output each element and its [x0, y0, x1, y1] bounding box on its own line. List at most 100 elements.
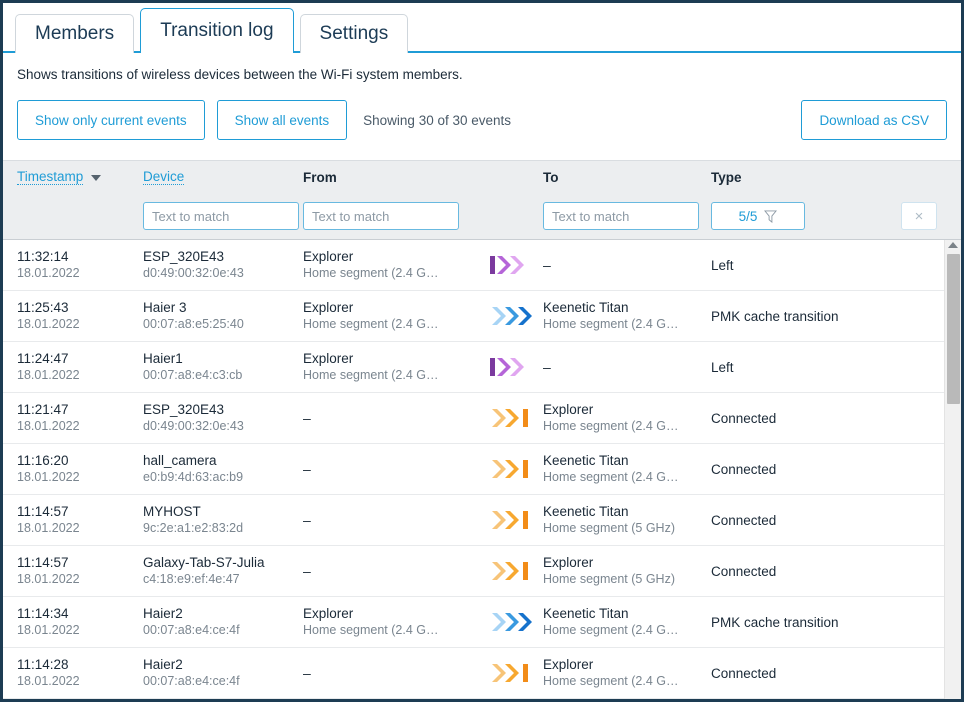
cell-device: ESP_320E43d0:49:00:32:0e:43 [143, 248, 303, 282]
from-text: – [303, 410, 481, 426]
to-secondary: Home segment (2.4 G… [543, 316, 711, 333]
from-secondary: Home segment (2.4 G… [303, 316, 481, 333]
device-name: Haier2 [143, 605, 303, 622]
cell-to-primary: Keenetic Titan [543, 503, 711, 520]
device-mac: 00:07:a8:e4:c3:cb [143, 367, 303, 384]
column-header-device[interactable]: Device [143, 169, 303, 185]
device-name: Haier2 [143, 656, 303, 673]
cell-to: Keenetic TitanHome segment (2.4 G… [543, 299, 711, 333]
table-row[interactable]: 11:21:4718.01.2022ESP_320E43d0:49:00:32:… [3, 393, 961, 444]
cell-to-primary: Keenetic Titan [543, 299, 711, 316]
to-filter-input[interactable] [543, 202, 699, 230]
cell-type: Connected [711, 666, 901, 681]
cell-timestamp: 11:16:2018.01.2022 [17, 452, 143, 486]
scroll-up-arrow-icon[interactable] [948, 242, 958, 248]
cell-to: ExplorerHome segment (2.4 G… [543, 656, 711, 690]
scrollbar-thumb[interactable] [947, 254, 960, 404]
cell-timestamp: 11:14:5718.01.2022 [17, 554, 143, 588]
to-secondary: Home segment (2.4 G… [543, 673, 711, 690]
transition-arrow [481, 356, 543, 378]
cell-from: ExplorerHome segment (2.4 G… [303, 299, 543, 333]
table-row[interactable]: 11:16:2018.01.2022hall_camerae0:b9:4d:63… [3, 444, 961, 495]
cell-type: Left [711, 258, 901, 273]
cell-device: Haier200:07:a8:e4:ce:4f [143, 605, 303, 639]
type-label: PMK cache transition [711, 615, 839, 630]
connected-arrow-icon [490, 407, 534, 429]
from-text: – [303, 665, 481, 681]
cell-device: ESP_320E43d0:49:00:32:0e:43 [143, 401, 303, 435]
from-secondary: Home segment (2.4 G… [303, 265, 481, 282]
table-row[interactable]: 11:32:1418.01.2022ESP_320E43d0:49:00:32:… [3, 240, 961, 291]
device-mac: 00:07:a8:e5:25:40 [143, 316, 303, 333]
cell-to-primary: Keenetic Titan [543, 605, 711, 622]
device-name: MYHOST [143, 503, 303, 520]
device-name: ESP_320E43 [143, 248, 303, 265]
column-header-to: To [543, 170, 711, 185]
tab-transition-log[interactable]: Transition log [140, 8, 293, 53]
transition-arrow [481, 509, 543, 531]
from-text: – [303, 563, 481, 579]
device-mac: 00:07:a8:e4:ce:4f [143, 673, 303, 690]
type-filter-count: 5/5 [739, 209, 758, 224]
show-all-events-button[interactable]: Show all events [217, 100, 348, 140]
sort-descending-icon[interactable] [91, 175, 101, 181]
device-mac: e0:b9:4d:63:ac:b9 [143, 469, 303, 486]
cell-type: PMK cache transition [711, 309, 901, 324]
table-row[interactable]: 11:14:3418.01.2022Haier200:07:a8:e4:ce:4… [3, 597, 961, 648]
from-primary: – [303, 563, 481, 579]
table-row[interactable]: 11:14:2818.01.2022Haier200:07:a8:e4:ce:4… [3, 648, 961, 699]
cell-to-primary: – [543, 257, 711, 273]
cell-from: – [303, 560, 543, 582]
cell-timestamp: 11:21:4718.01.2022 [17, 401, 143, 435]
to-secondary: Home segment (2.4 G… [543, 469, 711, 486]
column-header-type: Type [711, 170, 901, 185]
vertical-scrollbar[interactable] [944, 240, 961, 702]
download-as-csv-button[interactable]: Download as CSV [801, 100, 947, 140]
filter-cell-device [143, 202, 303, 230]
cell-from: – [303, 458, 543, 480]
transition-arrow [481, 254, 543, 276]
type-label: Connected [711, 513, 776, 528]
filter-cell-clear: × [901, 202, 961, 230]
filter-cell-from [303, 202, 543, 230]
tab-members[interactable]: Members [15, 14, 134, 53]
from-filter-input[interactable] [303, 202, 459, 230]
timestamp-time: 11:32:14 [17, 248, 143, 265]
table-row[interactable]: 11:25:4318.01.2022Haier 300:07:a8:e5:25:… [3, 291, 961, 342]
cell-to: Keenetic TitanHome segment (2.4 G… [543, 452, 711, 486]
cell-type: Connected [711, 513, 901, 528]
timestamp-date: 18.01.2022 [17, 520, 143, 537]
cell-to-primary: Keenetic Titan [543, 452, 711, 469]
table-row[interactable]: 11:14:5718.01.2022Galaxy-Tab-S7-Juliac4:… [3, 546, 961, 597]
events-count-status: Showing 30 of 30 events [363, 113, 511, 128]
transition-arrow [481, 407, 543, 429]
timestamp-date: 18.01.2022 [17, 673, 143, 690]
device-filter-input[interactable] [143, 202, 299, 230]
show-only-current-events-button[interactable]: Show only current events [17, 100, 205, 140]
from-secondary: Home segment (2.4 G… [303, 367, 481, 384]
transition-arrow [481, 458, 543, 480]
tab-members-label: Members [35, 23, 114, 45]
type-filter-dropdown[interactable]: 5/5 [711, 202, 805, 230]
tab-transition-log-label: Transition log [160, 20, 273, 42]
cell-from: ExplorerHome segment (2.4 G… [303, 605, 543, 639]
column-header-timestamp[interactable]: Timestamp [17, 169, 143, 185]
type-label: Left [711, 360, 734, 375]
connected-arrow-icon [490, 560, 534, 582]
cell-type: PMK cache transition [711, 615, 901, 630]
column-header-timestamp-label[interactable]: Timestamp [17, 169, 83, 185]
table-row[interactable]: 11:14:5718.01.2022MYHOST9c:2e:a1:e2:83:2… [3, 495, 961, 546]
cell-to: ExplorerHome segment (5 GHz) [543, 554, 711, 588]
cell-to-primary: Explorer [543, 401, 711, 418]
timestamp-time: 11:16:20 [17, 452, 143, 469]
cell-device: Haier 300:07:a8:e5:25:40 [143, 299, 303, 333]
device-mac: d0:49:00:32:0e:43 [143, 265, 303, 282]
wifi-transition-log-panel: Members Transition log Settings Shows tr… [0, 0, 964, 702]
clear-filters-button[interactable]: × [901, 202, 937, 230]
transition-arrow [481, 611, 543, 633]
from-text: – [303, 512, 481, 528]
device-name: Haier 3 [143, 299, 303, 316]
column-header-device-label[interactable]: Device [143, 169, 184, 185]
tab-settings[interactable]: Settings [300, 14, 409, 53]
table-row[interactable]: 11:24:4718.01.2022Haier100:07:a8:e4:c3:c… [3, 342, 961, 393]
